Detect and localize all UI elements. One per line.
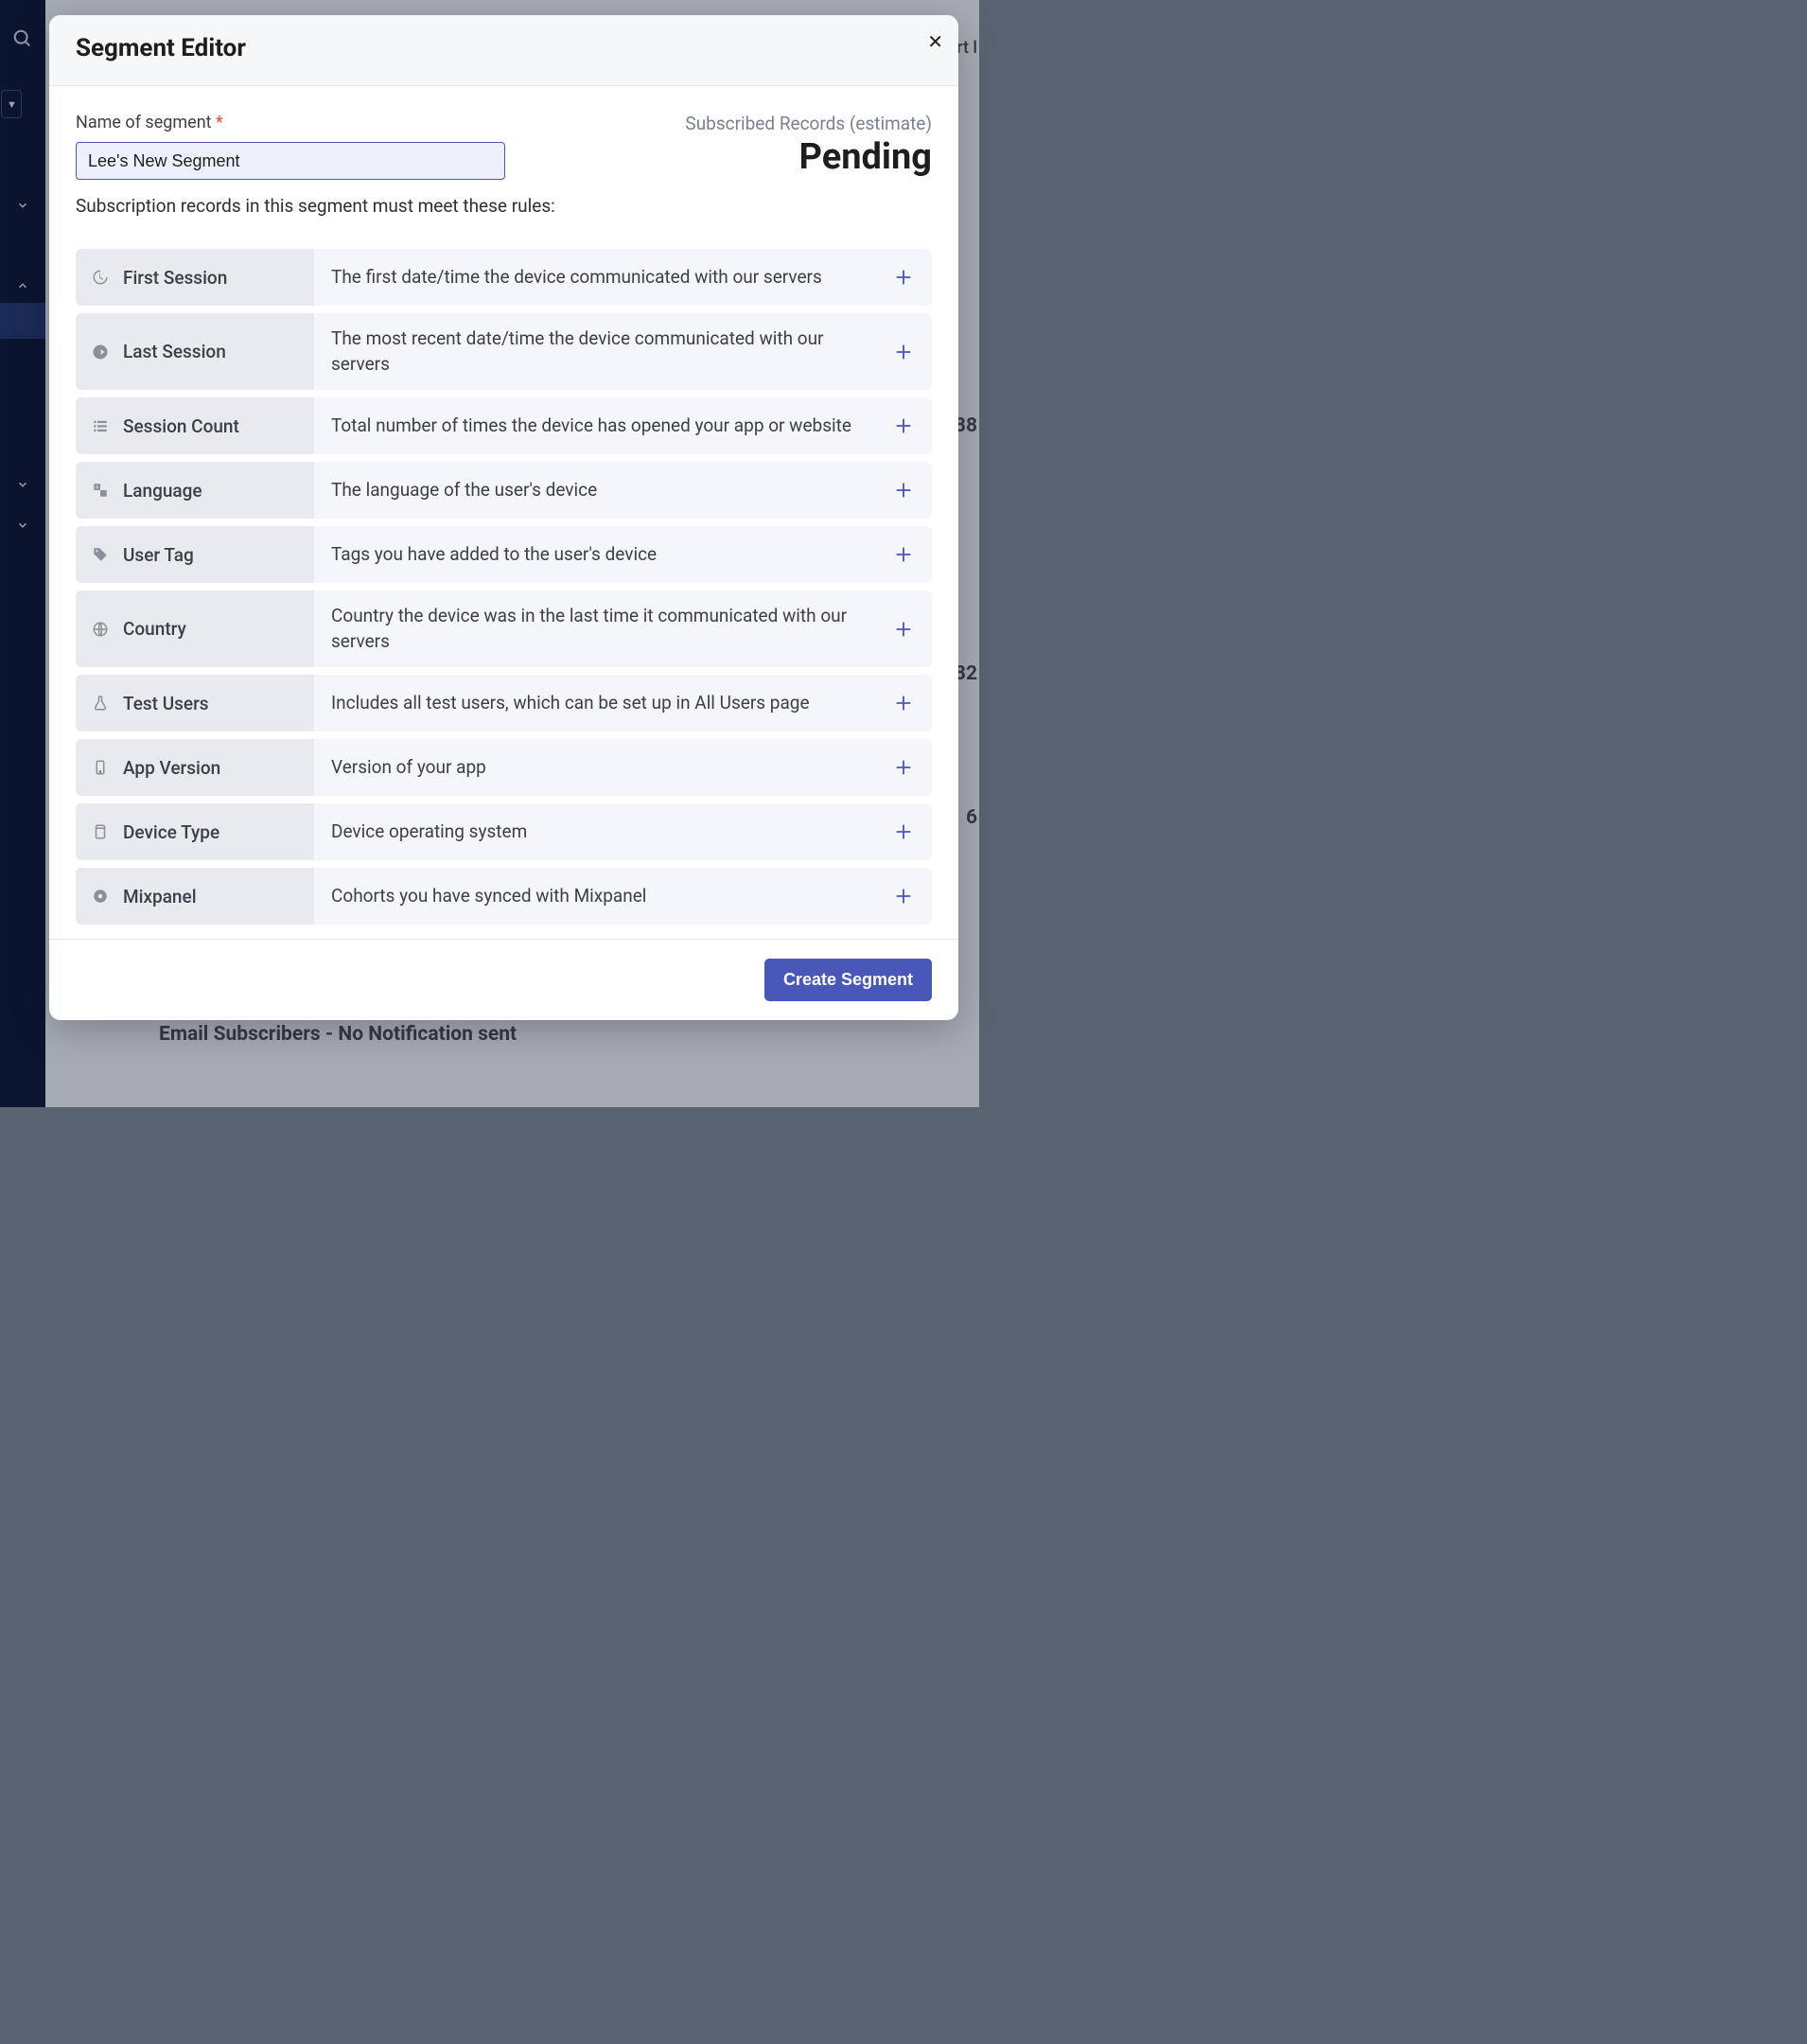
arrow-circle-icon [91,343,110,361]
rule-name: Device Type [123,821,219,843]
segment-name-input[interactable] [76,142,505,180]
rule-row: Device Type Device operating system [76,803,932,860]
plus-icon [893,544,914,565]
search-icon[interactable] [12,28,33,49]
close-button[interactable]: ✕ [927,30,943,54]
segment-editor-modal: Segment Editor ✕ Name of segment * Subsc… [49,15,958,1020]
rule-name-cell: Session Count [76,397,314,454]
rule-description: Includes all test users, which can be se… [314,675,875,731]
chevron-down-icon[interactable] [16,199,29,212]
rule-name: Last Session [123,341,226,362]
rule-name-cell: Country [76,590,314,667]
rule-description: Version of your app [314,739,875,796]
plus-icon [893,821,914,842]
chevron-up-icon[interactable] [16,279,29,292]
rule-description: Device operating system [314,803,875,860]
translate-icon: A [91,481,110,500]
add-rule-button[interactable] [890,754,917,781]
rule-description: The most recent date/time the device com… [314,313,875,390]
add-rule-button[interactable] [890,541,917,568]
add-rule-button[interactable] [890,264,917,291]
phone-icon [91,758,110,777]
rule-row: Country Country the device was in the las… [76,590,932,667]
rule-row: Session Count Total number of times the d… [76,397,932,454]
add-rule-button[interactable] [890,616,917,643]
plus-icon [893,480,914,501]
rule-description: Tags you have added to the user's device [314,526,875,583]
rule-row: First Session The first date/time the dev… [76,249,932,306]
rule-name-cell: App Version [76,739,314,796]
rule-description: Cohorts you have synced with Mixpanel [314,868,875,925]
rule-row: User Tag Tags you have added to the user'… [76,526,932,583]
plus-icon [893,693,914,714]
rule-name-cell: Last Session [76,313,314,390]
plus-icon [893,619,914,640]
add-rule-button[interactable] [890,690,917,716]
rule-row: A Language The language of the user's devi… [76,462,932,519]
rule-description: Country the device was in the last time … [314,590,875,667]
flask-icon [91,694,110,713]
svg-text:A: A [96,485,99,491]
rule-description: Total number of times the device has ope… [314,397,875,454]
rule-row: Last Session The most recent date/time th… [76,313,932,390]
estimate-value: Pending [685,136,932,178]
modal-footer: Create Segment [49,939,958,1020]
required-indicator: * [216,113,223,132]
circle-dash-icon [91,887,110,906]
plus-icon [893,415,914,436]
rule-name: Language [123,480,202,502]
rule-description: The language of the user's device [314,462,875,519]
chevron-down-icon[interactable] [16,478,29,491]
add-rule-button[interactable] [890,339,917,365]
rule-name-cell: Mixpanel [76,868,314,925]
rule-name: Country [123,618,186,640]
globe-icon [91,620,110,639]
rule-description: The first date/time the device communica… [314,249,875,306]
add-rule-button[interactable] [890,413,917,439]
plus-icon [893,342,914,362]
plus-icon [893,886,914,907]
rule-name: First Session [123,267,227,289]
rules-description: Subscription records in this segment mus… [76,195,932,217]
phone2-icon [91,822,110,841]
rule-row: Test Users Includes all test users, which… [76,675,932,731]
chevron-down-icon: ▼ [7,98,17,111]
plus-icon [893,267,914,288]
rule-name-cell: First Session [76,249,314,306]
add-rule-button[interactable] [890,883,917,909]
rule-name-cell: Device Type [76,803,314,860]
rule-name: App Version [123,757,220,779]
rules-list: First Session The first date/time the dev… [76,249,932,925]
close-icon: ✕ [927,32,943,53]
tag-icon [91,545,110,564]
modal-header: Segment Editor ✕ [49,15,958,86]
rule-name: Mixpanel [123,886,197,907]
sidebar-dropdown[interactable]: ▼ [1,90,22,118]
modal-title: Segment Editor [76,34,932,62]
segment-name-label: Name of segment * [76,113,505,132]
sidebar-active-item[interactable] [0,303,45,339]
clock-arrow-icon [91,268,110,287]
estimate-label: Subscribed Records (estimate) [685,113,932,134]
create-segment-button[interactable]: Create Segment [764,959,932,1001]
rule-name: Session Count [123,415,239,437]
list-icon [91,416,110,435]
modal-body: Name of segment * Subscribed Records (es… [49,86,958,939]
plus-icon [893,757,914,778]
rule-name: User Tag [123,544,194,566]
rule-row: App Version Version of your app [76,739,932,796]
rule-name: Test Users [123,693,209,714]
rule-row: Mixpanel Cohorts you have synced with Mix… [76,868,932,925]
add-rule-button[interactable] [890,819,917,845]
app-sidebar: ▼ [0,0,45,1107]
rule-name-cell: Test Users [76,675,314,731]
rule-name-cell: A Language [76,462,314,519]
chevron-down-icon[interactable] [16,519,29,532]
add-rule-button[interactable] [890,477,917,503]
rule-name-cell: User Tag [76,526,314,583]
